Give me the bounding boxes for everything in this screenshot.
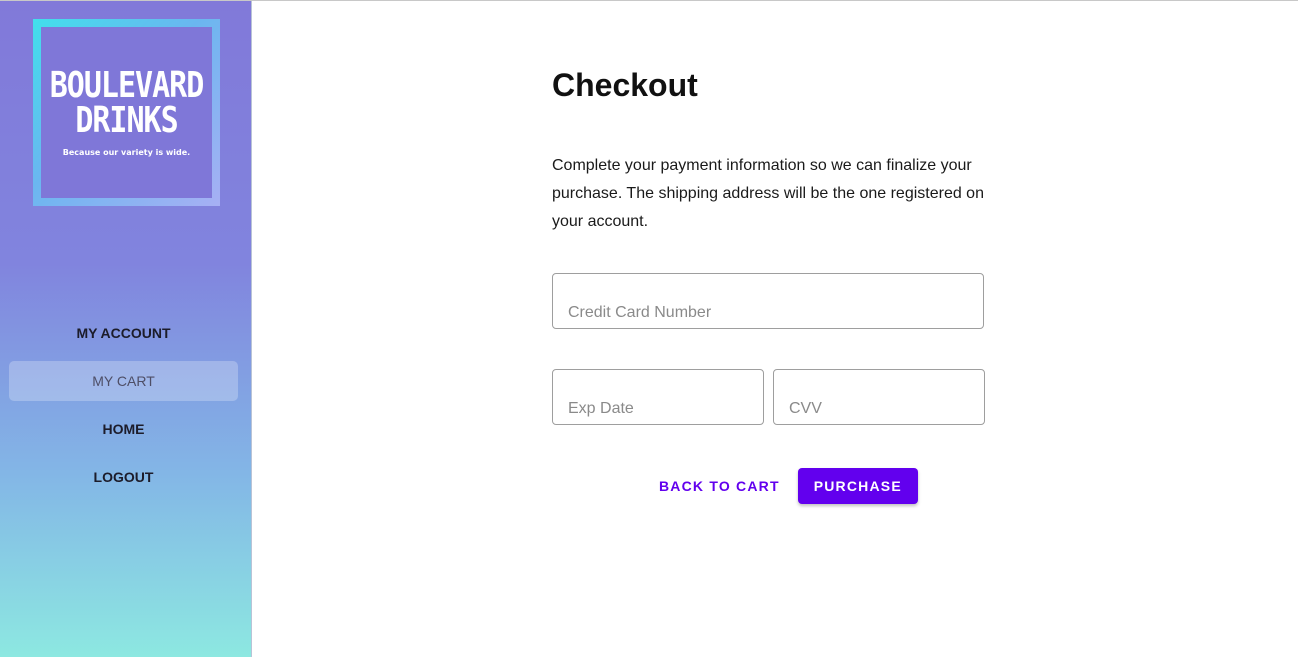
checkout-actions: BACK TO CART PURCHASE	[648, 468, 918, 504]
brand-logo: BOULEVARD DRINKS Because our variety is …	[33, 19, 220, 206]
exp-date-field[interactable]	[552, 369, 764, 425]
cvv-field[interactable]	[773, 369, 985, 425]
sidebar-item-my-account[interactable]: MY ACCOUNT	[9, 313, 238, 353]
brand-logo-panel: BOULEVARD DRINKS Because our variety is …	[41, 27, 212, 198]
sidebar-item-home[interactable]: HOME	[9, 409, 238, 449]
credit-card-input[interactable]	[568, 302, 968, 324]
logo-line-2: DRINKS	[75, 99, 178, 142]
sidebar-nav: MY ACCOUNT MY CART HOME LOGOUT	[9, 313, 238, 505]
purchase-button[interactable]: PURCHASE	[797, 468, 918, 504]
sidebar-item-my-cart[interactable]: MY CART	[9, 361, 238, 401]
cvv-input[interactable]	[789, 398, 969, 420]
credit-card-field[interactable]	[552, 273, 984, 329]
logo-tagline: Because our variety is wide.	[62, 148, 191, 157]
app-window: BOULEVARD DRINKS Because our variety is …	[0, 0, 1298, 657]
sidebar-item-logout[interactable]: LOGOUT	[9, 457, 238, 497]
checkout-description: Complete your payment information so we …	[552, 157, 984, 230]
back-to-cart-button[interactable]: BACK TO CART	[648, 468, 791, 504]
page-title: Checkout	[552, 67, 698, 103]
exp-date-input[interactable]	[568, 398, 748, 420]
sidebar: BOULEVARD DRINKS Because our variety is …	[0, 1, 252, 657]
